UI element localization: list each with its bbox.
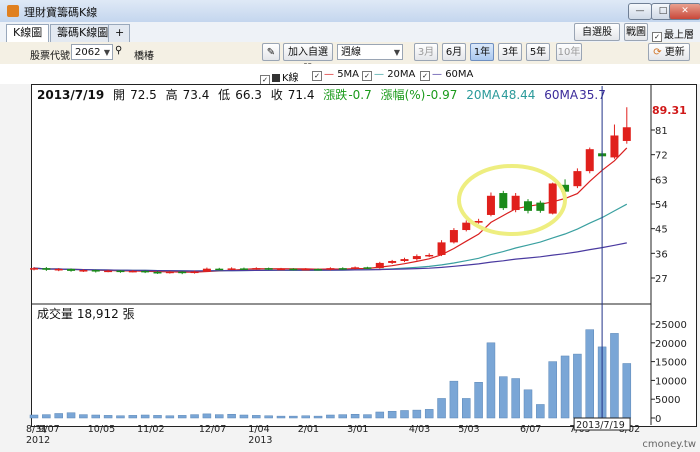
x-tick-year: 2012 (26, 435, 50, 446)
change-label: 漲跌 (323, 88, 348, 102)
legend-label: 60MA (445, 69, 474, 80)
legend-label: 5MA (337, 69, 360, 80)
period-value: 週線 (341, 47, 361, 58)
checkbox-icon[interactable]: ✓ (420, 71, 430, 81)
topmost-label: 最上層 (664, 30, 694, 41)
line-icon: — (374, 69, 384, 80)
change-value: -0.7 (348, 88, 372, 102)
checkbox-icon[interactable]: ✓ (652, 32, 662, 42)
tab-kline[interactable]: K線圖 (6, 24, 50, 43)
title-bar: 理財寶籌碼K線 — □ ✕ (0, 0, 700, 23)
change-pct-value: -0.97 (426, 88, 458, 102)
period-select[interactable]: 週線 ▼ (337, 44, 403, 60)
open-value: 72.5 (130, 88, 157, 102)
refresh-icon: ⟳ (653, 47, 662, 58)
legend-label: 20MA (387, 69, 416, 80)
legend-label: K線 (282, 73, 299, 84)
range-10y-button[interactable]: 10年 (556, 43, 582, 61)
print-button[interactable]: 戰圖 (624, 23, 648, 41)
stock-code-value: 2062 (75, 47, 101, 58)
chart-legend: ✓ K線 ✓ — 5MA ✓ — 20MA ✓ — 60MA (0, 64, 700, 85)
change-pct-label: 漲幅(%) (380, 88, 426, 102)
ma60-value: 35.7 (579, 88, 606, 102)
app-icon (7, 5, 19, 17)
topmost-toggle[interactable]: ✓ 最上層 (652, 26, 694, 42)
range-5y-button[interactable]: 5年 (526, 43, 550, 61)
chevron-down-icon[interactable]: ▼ (394, 45, 400, 61)
add-watchlist-button[interactable]: 加入自選股 (283, 43, 333, 75)
close-icon[interactable]: ✕ (669, 3, 700, 20)
minimize-icon[interactable]: — (628, 3, 652, 20)
window-title: 理財寶籌碼K線 (24, 6, 98, 19)
checkbox-icon[interactable]: ✓ (362, 71, 372, 81)
stock-code-input[interactable]: 2062 ▼ (71, 44, 113, 60)
watermark: cmoney.tw (642, 439, 696, 450)
quote-info-bar: 2013/7/19 開 72.5 高 73.4 低 66.3 收 71.4 漲跌-0.7… (31, 86, 651, 106)
chevron-down-icon[interactable]: ▼ (104, 45, 110, 61)
pencil-icon[interactable]: ✎ (262, 43, 280, 61)
search-icon[interactable]: ⚲ (115, 45, 122, 56)
stock-code-label: 股票代號: (30, 51, 74, 62)
chart-panel[interactable] (31, 84, 697, 427)
high-label: 高 (165, 88, 178, 102)
quote-date: 2013/7/19 (37, 88, 105, 102)
low-label: 低 (218, 88, 231, 102)
low-value: 66.3 (235, 88, 262, 102)
range-3y-button[interactable]: 3年 (498, 43, 522, 61)
range-3m-button[interactable]: 3月 (414, 43, 438, 61)
high-value: 73.4 (182, 88, 210, 102)
tab-chip-kline[interactable]: 籌碼K線圖 (50, 24, 116, 42)
open-label: 開 (113, 88, 126, 102)
refresh-button[interactable]: ⟳ 更新 (648, 43, 690, 61)
range-6m-button[interactable]: 6月 (442, 43, 466, 61)
volume-label: 成交量 18,912 張 (37, 307, 135, 321)
checkbox-icon[interactable]: ✓ (312, 71, 322, 81)
watchlist-button[interactable]: 自選股 (574, 23, 620, 41)
legend-item-kline[interactable]: ✓ K線 (260, 69, 299, 85)
line-icon: — (432, 69, 442, 80)
ma20-label: 20MA (466, 88, 501, 102)
tab-bar: K線圖 籌碼K線圖 + 自選股 戰圖 ✓ 最上層 (0, 22, 700, 43)
stock-name: 橋椿 (134, 51, 154, 62)
legend-item-60ma[interactable]: ✓ — 60MA (420, 69, 473, 81)
line-icon: — (324, 69, 334, 80)
legend-item-5ma[interactable]: ✓ — 5MA (312, 69, 359, 81)
close-label: 收 (270, 88, 283, 102)
ma60-label: 60MA (544, 88, 579, 102)
x-tick-year: 2013 (248, 435, 272, 446)
ma20-value: 48.44 (501, 88, 536, 102)
close-value: 71.4 (287, 88, 315, 102)
new-tab-icon[interactable]: + (108, 24, 130, 42)
toolbar: 股票代號: 2062▼ ⚲ 橋椿 ✎ 加入自選股 週線▼ 3月 6月 1年 3年… (0, 42, 700, 75)
swatch-icon (272, 74, 280, 82)
range-1y-button[interactable]: 1年 (470, 43, 494, 61)
legend-item-20ma[interactable]: ✓ — 20MA (362, 69, 415, 81)
refresh-label: 更新 (664, 47, 685, 58)
